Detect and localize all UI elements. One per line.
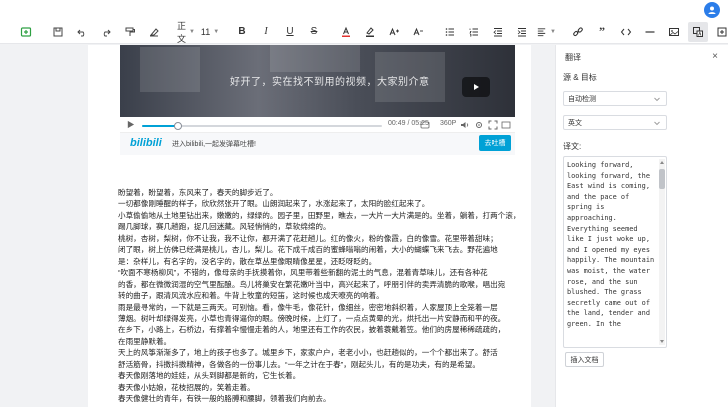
scroll-down-icon[interactable]: [660, 340, 664, 343]
font-size-increase-icon[interactable]: [384, 22, 404, 42]
fullscreen-icon[interactable]: [488, 120, 498, 130]
indent-decrease-icon[interactable]: [488, 22, 508, 42]
paragraph-style-label: 正文: [177, 20, 187, 44]
video-progress-bar[interactable]: [142, 122, 382, 130]
align-icon[interactable]: ▼: [536, 22, 556, 42]
font-size-label: 11: [200, 26, 211, 37]
highlight-icon[interactable]: [360, 22, 380, 42]
quote-icon[interactable]: ”: [592, 22, 612, 42]
play-icon[interactable]: [126, 120, 136, 130]
paragraph-style-select[interactable]: 正文 ▼: [176, 20, 196, 44]
bilibili-invite-text: 进入bilibili,一起发弹幕吐槽!: [172, 141, 257, 148]
translate-icon[interactable]: [688, 21, 708, 42]
scrollbar[interactable]: [659, 159, 665, 345]
bilibili-comment-button[interactable]: 去吐槽: [479, 135, 511, 151]
chevron-down-icon: ▼: [550, 28, 556, 35]
article-paragraph: 春天像小姑娘，花枝招展的，笑着走着。: [118, 382, 255, 392]
article-paragraph: 薄烟。树叶却绿得发亮，小草也青得逼你的眼。傍晚时候，上灯了，一点点黄晕的光，烘托…: [118, 313, 506, 323]
video-quality[interactable]: 360P: [440, 120, 456, 127]
target-language-select[interactable]: 英文: [563, 115, 667, 130]
settings-icon[interactable]: [474, 120, 484, 130]
scroll-up-icon[interactable]: [660, 161, 664, 164]
article-paragraph: 春天像健壮的青年，有铁一般的胳膊和腰脚，领着我们向前去。: [118, 394, 331, 404]
numbered-list-icon[interactable]: [464, 22, 484, 42]
font-size-select[interactable]: 11 ▼: [200, 22, 220, 42]
insert-into-document-button[interactable]: 插入文档: [565, 352, 604, 367]
bold-icon[interactable]: B: [232, 22, 252, 42]
article-paragraph: 转的曲子，跟清风流水应和着。牛背上牧童的短笛，这时候也成天嘹亮的响着。: [118, 291, 384, 301]
image-icon[interactable]: [664, 22, 684, 42]
article-paragraph: 雨是最寻常的，一下就是三两天。可别恼。看，像牛毛，像花针，像细丝，密密地斜织着，…: [118, 302, 498, 312]
article-paragraph: 天上的风筝渐渐多了，地上的孩子也多了。城里乡下，家家户户，老老小小，也赶趟似的，…: [118, 348, 498, 358]
translation-label: 译文:: [563, 142, 582, 151]
source-language-select[interactable]: 自动检测: [563, 91, 667, 106]
more-icon[interactable]: [712, 22, 728, 42]
link-icon[interactable]: [568, 22, 588, 42]
video-progress-fill: [142, 125, 178, 127]
target-language-value: 英文: [568, 119, 582, 127]
translation-text: Looking forward, looking forward, the Ea…: [567, 161, 659, 328]
italic-icon[interactable]: I: [256, 22, 276, 42]
article-paragraph: 的香，都在微微润湿的空气里酝酿。鸟儿将巢安在繁花嫩叶当中，高兴起来了，呼朋引伴的…: [118, 279, 506, 289]
divider-icon[interactable]: [640, 22, 660, 42]
video-controls: 00:49 / 05:25 360P: [120, 117, 515, 133]
close-icon[interactable]: ×: [712, 51, 718, 62]
panel-title: 翻译: [565, 53, 581, 62]
code-icon[interactable]: [616, 22, 636, 42]
translation-output[interactable]: Looking forward, looking forward, the Ea…: [563, 156, 667, 348]
scrollbar-thumb[interactable]: [659, 169, 665, 189]
article-body[interactable]: 盼望着，盼望着，东风来了，春天的脚步近了。一切都像刚睡醒的样子，欣欣然张开了眼。…: [118, 187, 521, 405]
video-progress-handle[interactable]: [174, 122, 182, 130]
document-page[interactable]: 好开了，实在找不到用的视频，大家别介意 00:49 / 05:25 360P b…: [88, 45, 531, 407]
indent-increase-icon[interactable]: [512, 22, 532, 42]
video-thumbnail-shape: [270, 45, 360, 72]
translation-panel: 翻译 × 源 & 目标 自动检测 英文 译文: Looking forward,…: [555, 45, 728, 407]
underline-icon[interactable]: U: [280, 22, 300, 42]
undo-icon[interactable]: [72, 22, 92, 42]
editor-toolbar: 正文 ▼ 11 ▼ B I U S ▼ ”: [0, 20, 728, 44]
document-canvas: 好开了，实在找不到用的视频，大家别介意 00:49 / 05:25 360P b…: [0, 45, 555, 407]
chevron-down-icon: ▼: [213, 28, 220, 35]
strikethrough-icon[interactable]: S: [304, 22, 324, 42]
article-paragraph: 舒活筋骨，抖擞抖擞精神，各做各的一份事儿去。“一年之计在于春”，刚起头儿，有的是…: [118, 359, 480, 369]
article-paragraph: 一切都像刚睡醒的样子，欣欣然张开了眼。山朗润起来了，水涨起来了，太阳的脸红起来了…: [118, 199, 430, 209]
bullet-list-icon[interactable]: [440, 22, 460, 42]
language-label: 源 & 目标: [563, 73, 597, 82]
format-painter-icon[interactable]: [120, 22, 140, 42]
insert-icon[interactable]: [16, 22, 36, 42]
source-language-value: 自动检测: [568, 95, 596, 103]
clear-format-icon[interactable]: [144, 22, 164, 42]
article-paragraph: 小草偷偷地从土地里钻出来，嫩嫩的，绿绿的。园子里，田野里，瞧去，一大片一大片满是…: [118, 210, 521, 220]
article-paragraph: “吹面不寒杨柳风”，不错的，像母亲的手抚摸着你，风里带着些新翻的泥土的气息，混着…: [118, 268, 488, 278]
chevron-down-icon: [654, 97, 660, 102]
article-paragraph: 春天像刚落地的娃娃，从头到脚都是新的，它生长着。: [118, 371, 301, 381]
video-thumbnail-shape: [140, 47, 200, 92]
article-paragraph: 桃树，杏树，梨树，你不让我，我不让你，都开满了花赶趟儿。红的像火，粉的像霞，白的…: [118, 233, 498, 243]
embedded-video[interactable]: 好开了，实在找不到用的视频，大家别介意 00:49 / 05:25 360P b…: [120, 45, 515, 157]
bilibili-logo[interactable]: bilibili: [130, 137, 162, 149]
article-paragraph: 在雨里静默着。: [118, 336, 172, 346]
bilibili-bar: bilibili 进入bilibili,一起发弹幕吐槽! 去吐槽: [120, 133, 515, 155]
font-color-icon[interactable]: [336, 22, 356, 42]
top-strip: [0, 0, 728, 20]
video-frame[interactable]: 好开了，实在找不到用的视频，大家别介意: [120, 45, 515, 117]
video-caption: 好开了，实在找不到用的视频，大家别介意: [230, 77, 430, 88]
article-paragraph: 踢几脚球，赛几趟跑，捉几回迷藏。风轻悄悄的，草软绵绵的。: [118, 222, 331, 232]
web-fullscreen-icon[interactable]: [501, 120, 511, 130]
volume-icon[interactable]: [460, 120, 470, 130]
user-avatar-icon[interactable]: [704, 2, 720, 18]
danmaku-icon[interactable]: [420, 120, 430, 130]
chevron-down-icon: [654, 121, 660, 126]
save-icon[interactable]: [48, 22, 68, 42]
font-size-decrease-icon[interactable]: [408, 22, 428, 42]
redo-icon[interactable]: [96, 22, 116, 42]
play-overlay-icon[interactable]: [462, 77, 490, 97]
article-paragraph: 盼望着，盼望着，东风来了，春天的脚步近了。: [118, 188, 278, 197]
article-paragraph: 在乡下，小路上，石桥边，有撑着伞慢慢走着的人，地里还有工作的农民，披着蓑戴着笠。…: [118, 325, 506, 335]
article-paragraph: 是：杂样儿，有名字的，没名字的，散在草丛里像眼睛像星星，还眨呀眨的。: [118, 256, 377, 266]
article-paragraph: 闭了眼，树上仿佛已经满是桃儿，杏儿，梨儿。花下成千成百的蜜蜂嗡嗡的闹着，大小的蝴…: [118, 245, 498, 255]
chevron-down-icon: ▼: [189, 28, 195, 35]
